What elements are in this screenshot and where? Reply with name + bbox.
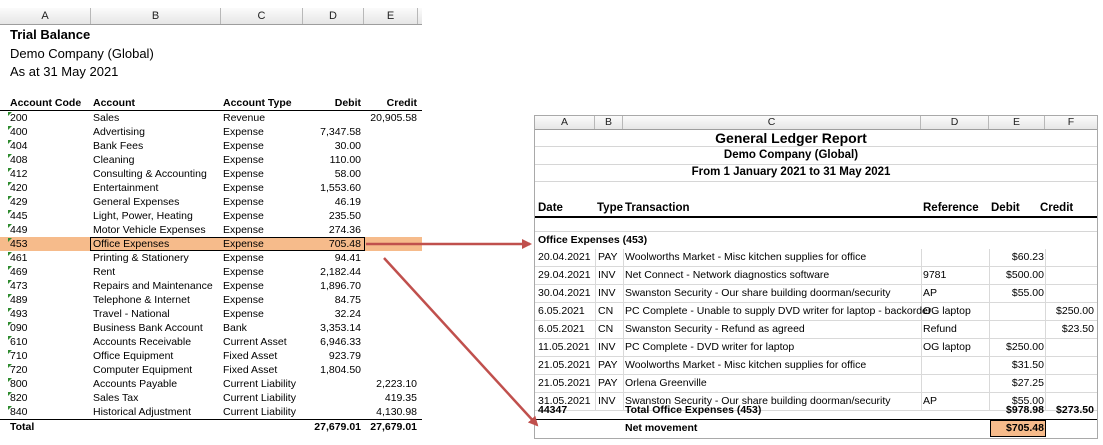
arrow-to-net-movement [383, 257, 539, 427]
connector-arrows [366, 239, 539, 427]
